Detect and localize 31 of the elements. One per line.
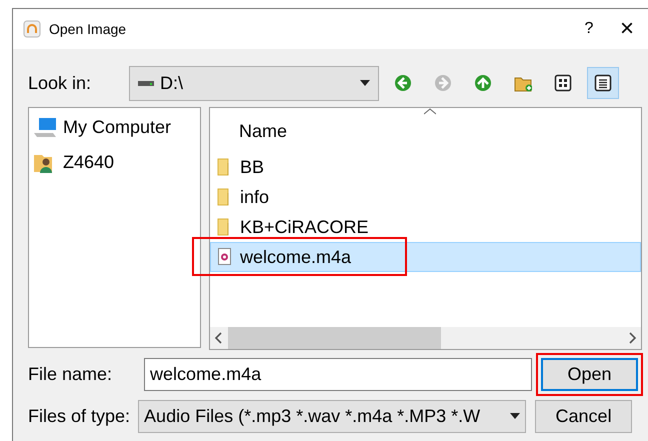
- help-button[interactable]: ?: [574, 21, 604, 37]
- dialog-button[interactable]: Open: [541, 358, 638, 390]
- app-icon: [23, 20, 41, 38]
- sidebar-item[interactable]: Z4640: [33, 149, 196, 176]
- detail-view-button[interactable]: [587, 67, 620, 99]
- file-row[interactable]: KB+CiRACORE: [210, 212, 641, 242]
- caret-icon: [510, 413, 520, 419]
- detail-view-icon: [594, 74, 612, 92]
- grid-view-icon: [554, 74, 572, 92]
- dialog-button[interactable]: Cancel: [535, 400, 632, 432]
- drive-icon: [138, 79, 154, 87]
- caret-icon: [360, 80, 370, 86]
- scroll-left-icon: [214, 332, 222, 344]
- look-in-label: Look in:: [28, 72, 92, 94]
- close-button[interactable]: ×: [612, 17, 642, 41]
- file-name-field[interactable]: welcome.m4a: [144, 358, 532, 390]
- file-row[interactable]: welcome.m4a: [210, 242, 641, 272]
- sidebar-item[interactable]: My Computer: [33, 114, 196, 141]
- scroll-right-icon: [629, 332, 637, 344]
- computer-icon: [33, 116, 57, 138]
- sort-caret-icon: [424, 108, 436, 115]
- file-type-label: Files of type:: [28, 404, 130, 428]
- window-title: Open Image: [49, 20, 126, 39]
- audio-file-icon: [217, 248, 232, 266]
- file-name-label: File name:: [28, 362, 112, 386]
- up-arrow-icon: [474, 74, 492, 92]
- look-in-dropdown[interactable]: D:\: [129, 66, 380, 100]
- column-header[interactable]: Name: [239, 121, 288, 141]
- file-row[interactable]: BB: [210, 152, 641, 182]
- file-row[interactable]: info: [210, 182, 641, 212]
- file-type-dropdown[interactable]: Audio Files (*.mp3 *.wav *.m4a *.MP3 *.W: [138, 400, 526, 432]
